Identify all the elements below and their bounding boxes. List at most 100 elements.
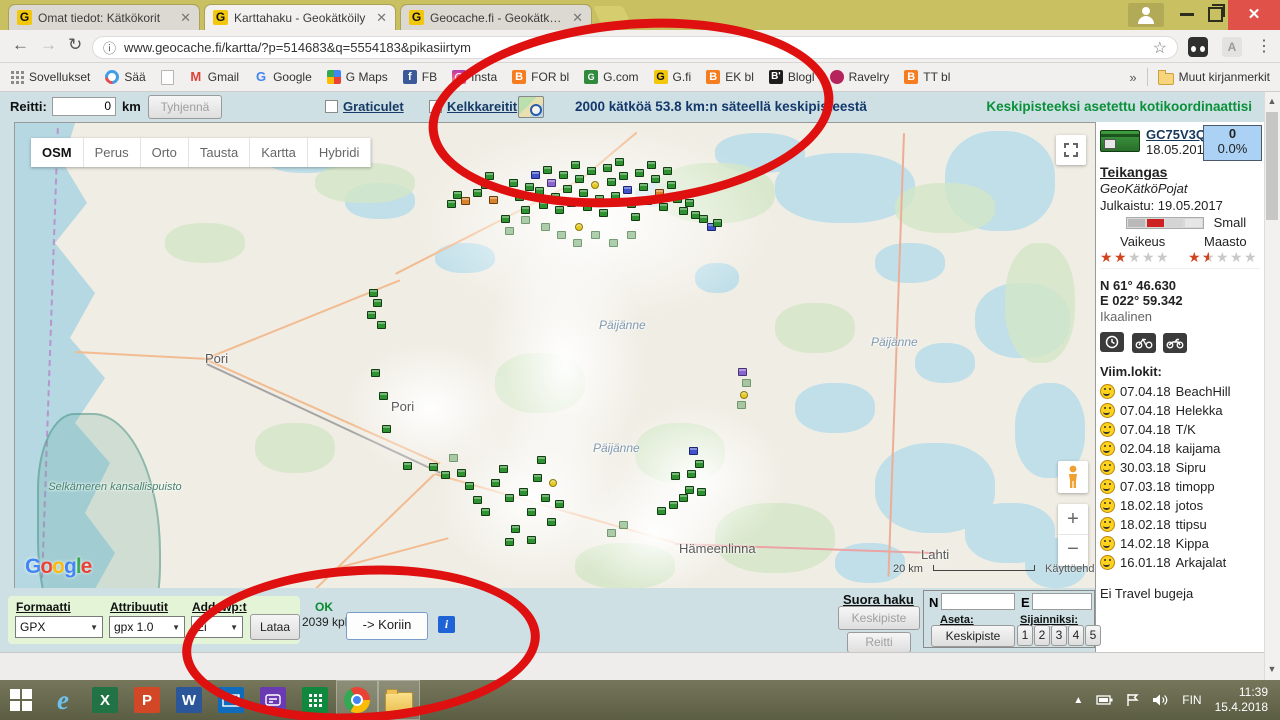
scroll-down-arrow[interactable]: ▼ (1266, 664, 1278, 674)
cache-icon[interactable] (457, 469, 466, 477)
cache-code-link[interactable]: GC75V3Q (1146, 127, 1206, 142)
map-layer-kartta[interactable]: Kartta (250, 138, 308, 167)
cache-icon[interactable] (505, 538, 514, 546)
cache-icon[interactable] (527, 508, 536, 516)
north-input[interactable] (941, 593, 1015, 610)
cache-icon[interactable] (449, 454, 458, 462)
cache-icon[interactable] (669, 501, 678, 509)
cache-icon[interactable] (679, 207, 688, 215)
bookmark-google[interactable]: GGoogle (254, 70, 312, 84)
route-button[interactable]: Reitti (847, 632, 911, 653)
cache-icon[interactable] (505, 227, 514, 235)
tab-close-icon[interactable]: ✕ (572, 11, 583, 24)
cache-icon[interactable] (527, 536, 536, 544)
cache-icon[interactable] (573, 239, 582, 247)
graticulet-checkbox[interactable] (325, 100, 338, 113)
cache-icon[interactable] (575, 223, 583, 231)
bookmark-g-maps[interactable]: G Maps (327, 70, 388, 84)
action-center-flag-icon[interactable] (1126, 693, 1139, 707)
bookmarks-overflow-chevron[interactable]: » (1129, 70, 1136, 85)
taskbar-internet-explorer-icon[interactable]: e (42, 680, 84, 720)
back-button[interactable]: ← (12, 35, 29, 55)
reitti-input[interactable]: 0 (52, 97, 116, 116)
profile-icon[interactable] (1128, 3, 1164, 27)
taskbar-start-icon[interactable] (0, 680, 42, 720)
map-terms-link[interactable]: Käyttöehdot (1045, 563, 1097, 575)
cache-icon[interactable] (742, 379, 751, 387)
cache-icon[interactable] (465, 482, 474, 490)
cache-icon[interactable] (695, 460, 704, 468)
fullscreen-button[interactable] (1056, 135, 1086, 165)
log-finder[interactable]: BeachHill (1176, 384, 1231, 399)
bookmark-gmail[interactable]: MGmail (189, 70, 239, 84)
clock[interactable]: 11:39 15.4.2018 (1215, 685, 1268, 715)
bookmark-sovellukset[interactable]: Sovellukset (10, 70, 90, 84)
cache-icon[interactable] (521, 206, 530, 214)
cache-icon[interactable] (685, 199, 694, 207)
log-finder[interactable]: timopp (1176, 479, 1215, 494)
restore-button[interactable] (1208, 7, 1223, 22)
cache-icon[interactable] (429, 463, 438, 471)
map-layer-hybridi[interactable]: Hybridi (308, 138, 371, 167)
log-finder[interactable]: Sipru (1176, 460, 1206, 475)
cache-icon[interactable] (713, 219, 722, 227)
log-finder[interactable]: Kippa (1176, 536, 1209, 551)
cache-icon[interactable] (373, 299, 382, 307)
cache-icon[interactable] (689, 447, 698, 455)
scrollbar-thumb[interactable] (1266, 112, 1278, 220)
cache-icon[interactable] (491, 479, 500, 487)
cache-icon[interactable] (627, 231, 636, 239)
motorcycle-icon[interactable] (1163, 333, 1187, 353)
refresh-button[interactable]: ↻ (68, 35, 82, 55)
cache-icon[interactable] (591, 231, 600, 239)
cache-icon[interactable] (671, 472, 680, 480)
bookmark-fb[interactable]: fFB (403, 70, 437, 84)
tyhjenna-button[interactable]: Tyhjennä (148, 95, 222, 119)
map-layer-osm[interactable]: OSM (31, 138, 84, 167)
cache-icon[interactable] (473, 189, 482, 197)
cache-icon[interactable] (501, 215, 510, 223)
other-bookmarks[interactable]: Muut kirjanmerkit (1158, 70, 1270, 85)
page-info-icon[interactable]: ⓘ (103, 38, 116, 57)
cache-icon[interactable] (369, 289, 378, 297)
browser-tab-3[interactable]: GGeocache.fi - Geokätköily✕ (400, 4, 592, 30)
location-slot-5[interactable]: 5 (1085, 625, 1101, 646)
cache-icon[interactable] (403, 462, 412, 470)
cache-icon[interactable] (740, 391, 748, 399)
east-input[interactable] (1032, 593, 1092, 610)
cache-icon[interactable] (371, 369, 380, 377)
cache-icon[interactable] (382, 425, 391, 433)
cache-icon[interactable] (659, 203, 668, 211)
map-layer-perus[interactable]: Perus (84, 138, 141, 167)
graticulet-link[interactable]: Graticulet (343, 99, 404, 114)
tab-close-icon[interactable]: ✕ (180, 11, 191, 24)
cache-icon[interactable] (511, 525, 520, 533)
cache-icon[interactable] (685, 486, 694, 494)
zoom-in-button[interactable]: + (1058, 504, 1088, 534)
bookmark-ravelry[interactable]: Ravelry (830, 70, 890, 84)
cache-icon[interactable] (521, 216, 530, 224)
bicycle-icon[interactable] (1132, 333, 1156, 353)
cache-icon[interactable] (679, 494, 688, 502)
tray-expand-icon[interactable]: ▲ (1073, 695, 1083, 706)
cache-icon[interactable] (555, 500, 564, 508)
cache-icon[interactable] (447, 200, 456, 208)
keyboard-language[interactable]: FIN (1182, 693, 1201, 707)
cache-icon[interactable] (547, 518, 556, 526)
cache-icon[interactable] (549, 479, 557, 487)
centerpoint-button[interactable]: Keskipiste (838, 606, 920, 630)
bookmark-page[interactable] (161, 70, 174, 85)
cache-icon[interactable] (519, 488, 528, 496)
close-button[interactable]: ✕ (1228, 0, 1280, 30)
cache-icon[interactable] (541, 494, 550, 502)
cache-icon[interactable] (489, 196, 498, 204)
map-layer-orto[interactable]: Orto (141, 138, 189, 167)
pegman-button[interactable] (1058, 461, 1088, 493)
bookmark-star-icon[interactable]: ☆ (1153, 38, 1167, 58)
cache-name-link[interactable]: Teikangas (1100, 164, 1167, 180)
battery-icon[interactable] (1096, 694, 1113, 706)
format-select[interactable]: GPX▼ (15, 616, 103, 638)
cache-icon[interactable] (619, 521, 628, 529)
log-finder[interactable]: T/K (1176, 422, 1196, 437)
location-slot-4[interactable]: 4 (1068, 625, 1084, 646)
